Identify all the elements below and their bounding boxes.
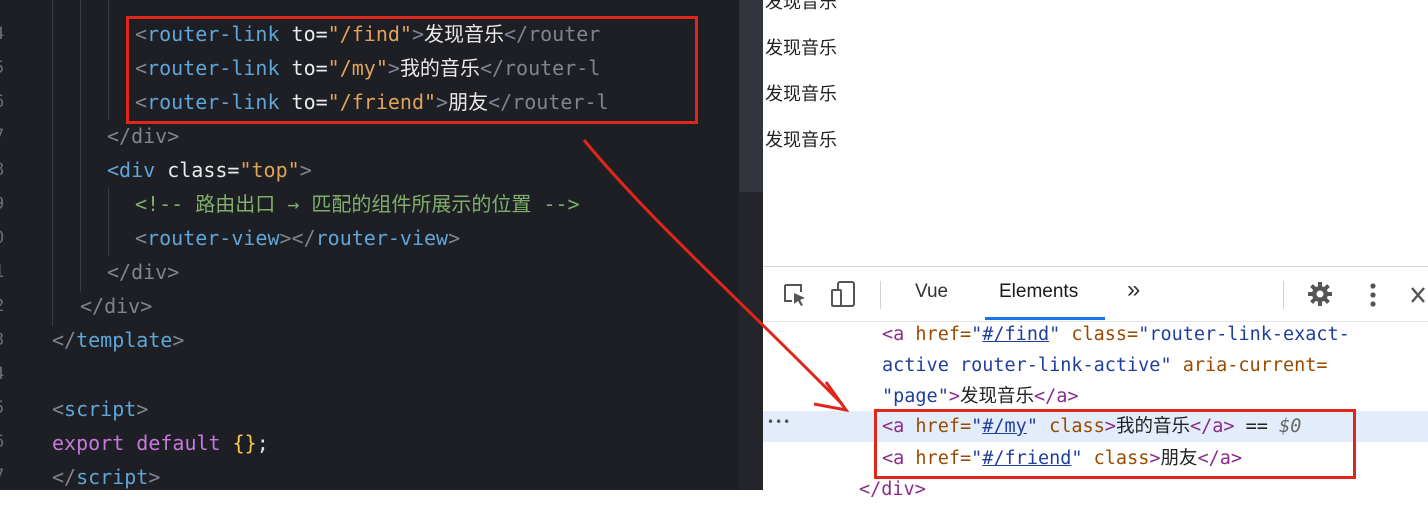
code-editor[interactable]: 4 5 6 7 8 9 0 1 2 3 4 5 6 7 <router-link… (0, 0, 763, 490)
code-line: export default {}; (52, 426, 269, 460)
line-number: 3 (0, 323, 14, 357)
close-icon[interactable] (1408, 283, 1428, 307)
line-number: 7 (0, 459, 14, 490)
dom-token: active router-link-active" (882, 355, 1172, 376)
dom-token: 发现音乐 (959, 386, 1034, 407)
device-toolbar-icon[interactable] (829, 279, 859, 309)
dom-token: " (971, 324, 983, 345)
code-token: class= (155, 158, 240, 182)
dom-token: aria-current= (1171, 355, 1328, 376)
code-line: <router-view></router-view> (135, 221, 460, 255)
code-token: > (299, 158, 312, 182)
editor-scrollbar[interactable] (739, 0, 763, 490)
code-line: </div> (80, 294, 153, 318)
row-ellipsis-icon[interactable]: ••• (767, 415, 791, 429)
dom-token: " (1049, 324, 1061, 345)
code-token: <div (107, 158, 156, 182)
code-line: <script> (52, 392, 148, 426)
devtools-toolbar: Vue Elements » (763, 267, 1428, 322)
nav-link-find[interactable]: 发现音乐 (765, 80, 837, 106)
line-number: 6 (0, 425, 14, 459)
dom-token: href= (915, 324, 972, 345)
code-line: </template> (52, 323, 184, 357)
line-number: 1 (0, 255, 14, 289)
code-token: ></ (279, 226, 316, 250)
annotation-box-code (126, 16, 698, 124)
nav-link-find[interactable]: 发现音乐 (765, 126, 837, 152)
code-token: script (64, 397, 137, 421)
line-number: 6 (0, 85, 14, 119)
dom-node-line[interactable]: active router-link-active" aria-current= (882, 350, 1328, 381)
devtools-panel: Vue Elements » ••• <a href="#/find" clas… (763, 266, 1428, 500)
line-number: 9 (0, 187, 14, 221)
line-number: 2 (0, 289, 14, 323)
code-line: </div> (107, 124, 180, 148)
more-tabs-button[interactable]: » (1127, 276, 1140, 304)
tab-vue[interactable]: Vue (915, 281, 948, 303)
line-number: 5 (0, 391, 14, 425)
kebab-menu-icon[interactable] (1363, 281, 1383, 309)
line-number: 5 (0, 51, 14, 85)
dom-node-line[interactable]: <a href="#/find" class="router-link-exac… (882, 319, 1350, 350)
code-line: </script> (52, 460, 160, 490)
nav-link-find[interactable]: 发现音乐 (765, 34, 837, 60)
tab-elements[interactable]: Elements (999, 281, 1078, 303)
toolbar-separator (880, 281, 881, 309)
line-number: 4 (0, 17, 14, 51)
indent-guide (108, 188, 109, 256)
line-number: 8 (0, 153, 14, 187)
code-line: <div class="top"> (107, 153, 312, 187)
code-line: <!-- 路由出口 → 匹配的组件所展示的位置 --> (135, 192, 580, 216)
code-token: router-view (315, 226, 449, 250)
code-line: </div> (107, 260, 180, 284)
indent-guide (80, 0, 81, 292)
code-token: template (76, 328, 173, 352)
dom-token: class= (1060, 324, 1139, 345)
editor-scroll-thumb[interactable] (739, 0, 763, 192)
dom-token: "router-link-exact- (1138, 324, 1350, 345)
code-token: </ (52, 328, 77, 352)
code-token: < (135, 226, 148, 250)
indent-guide (52, 0, 53, 326)
annotation-box-devtools (874, 409, 1356, 479)
code-token: {} (232, 431, 257, 455)
code-token: > (148, 465, 161, 489)
line-number: 0 (0, 221, 14, 255)
code-token: default (124, 431, 233, 455)
inspect-element-icon[interactable] (781, 281, 809, 309)
settings-gear-icon[interactable] (1305, 279, 1335, 309)
dom-token: "page" (882, 386, 949, 407)
code-token: router-view (147, 226, 280, 250)
code-token: ; (256, 431, 269, 455)
code-token: < (52, 397, 65, 421)
dom-link[interactable]: #/find (982, 324, 1049, 345)
browser-viewport: 发现音乐 发现音乐 发现音乐 发现音乐 (763, 0, 1428, 266)
indent-guide (108, 0, 109, 120)
line-number: 4 (0, 357, 14, 391)
code-token: > (172, 328, 185, 352)
dom-node-line[interactable]: "page">发现音乐</a> (882, 381, 1079, 412)
dom-token: <a (882, 324, 916, 345)
code-token: "top" (239, 158, 300, 182)
code-token: > (136, 397, 149, 421)
code-token: export (52, 431, 125, 455)
code-token: script (76, 465, 149, 489)
line-number-gutter: 4 5 6 7 8 9 0 1 2 3 4 5 6 7 (0, 0, 14, 490)
nav-link-find[interactable]: 发现音乐 (765, 0, 837, 14)
code-token: > (448, 226, 461, 250)
toolbar-separator (1283, 281, 1284, 309)
dom-token: </a> (1033, 386, 1079, 407)
line-number: 7 (0, 119, 14, 153)
code-token: </ (52, 465, 77, 489)
